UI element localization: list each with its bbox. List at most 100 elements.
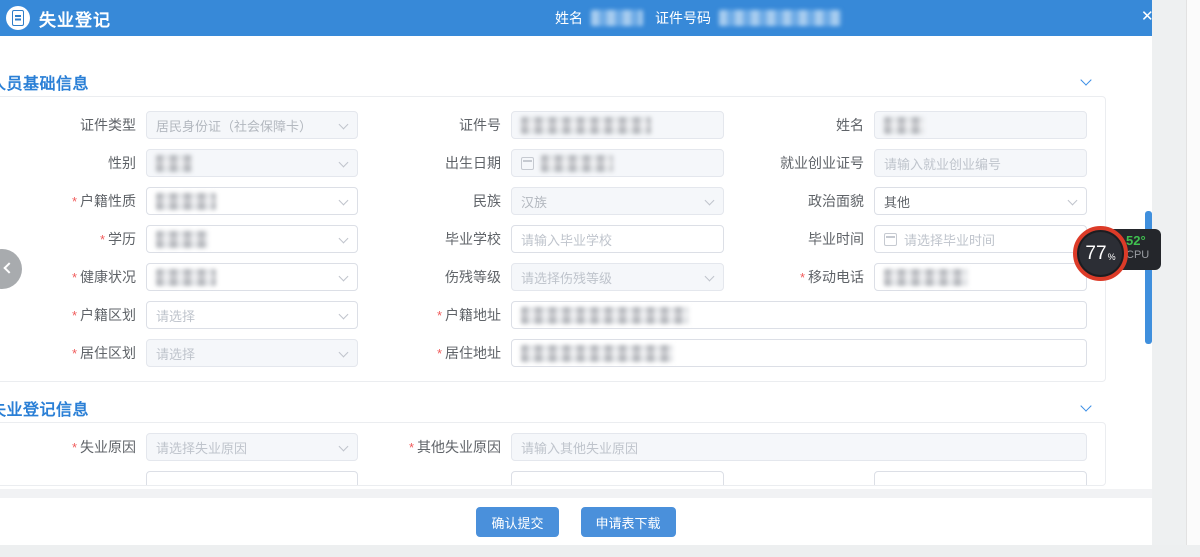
header-id-number-label: 证件号码 (655, 8, 711, 28)
gender-label: 性别 (0, 149, 146, 177)
live-address-label: 居住地址 (371, 339, 511, 368)
disability-placeholder: 请选择伤残等级 (521, 268, 612, 287)
chevron-down-icon (705, 196, 715, 206)
reason-placeholder: 请选择失业原因 (156, 438, 247, 457)
political-value: 其他 (884, 192, 910, 211)
unemployment-info-card: 失业原因 请选择失业原因 其他失业原因 请输入其他失业原因 (0, 422, 1106, 486)
birth-date-input[interactable] (511, 149, 724, 177)
grad-time-label: 毕业时间 (734, 225, 874, 253)
emp-cert-no-input[interactable]: 请输入就业创业编号 (874, 149, 1087, 177)
section-unemployment-title: 失业登记信息 (0, 396, 89, 420)
grad-time-placeholder: 请选择毕业时间 (904, 230, 995, 249)
live-address-input[interactable] (511, 339, 1087, 367)
redacted-gender-value (156, 155, 192, 172)
redacted-health-value (156, 269, 216, 286)
cpu-temperature-value: 52° (1126, 233, 1161, 248)
footer-separator (0, 489, 1152, 498)
confirm-submit-button[interactable]: 确认提交 (476, 507, 558, 537)
hukou-address-label: 户籍地址 (371, 301, 511, 330)
reason-label: 失业原因 (0, 433, 146, 462)
cert-type-select[interactable]: 居民身份证（社会保障卡） (146, 111, 358, 139)
education-label: 学历 (0, 225, 146, 254)
other-reason-label: 其他失业原因 (371, 433, 511, 462)
chevron-down-icon (339, 442, 349, 452)
disability-label: 伤残等级 (371, 263, 511, 291)
cert-type-label: 证件类型 (0, 111, 146, 139)
form-row-cutoff (0, 471, 1105, 486)
chevron-down-icon (339, 348, 349, 358)
school-input[interactable]: 请输入毕业学校 (511, 225, 724, 253)
page-title: 失业登记 (39, 6, 111, 31)
performance-percent-badge[interactable]: 77 % (1073, 226, 1128, 281)
school-placeholder: 请输入毕业学校 (521, 230, 612, 249)
chevron-left-icon (3, 262, 14, 273)
cert-type-value: 居民身份证（社会保障卡） (156, 116, 312, 135)
mobile-label: 移动电话 (734, 263, 874, 292)
chevron-down-icon (339, 234, 349, 244)
form-row: 居住区划 请选择 居住地址 (0, 339, 1105, 367)
live-region-label: 居住区划 (0, 339, 146, 368)
grad-time-input[interactable]: 请选择毕业时间 (874, 225, 1087, 253)
birth-date-label: 出生日期 (371, 149, 511, 177)
gender-select[interactable] (146, 149, 358, 177)
close-icon[interactable]: ✕ (1141, 8, 1152, 26)
redacted-hukou-type-value (156, 193, 216, 210)
chevron-down-icon (339, 272, 349, 282)
chevron-down-icon (339, 196, 349, 206)
hukou-region-placeholder: 请选择 (156, 306, 195, 325)
other-reason-input[interactable]: 请输入其他失业原因 (511, 433, 1087, 461)
percent-value: 77 (1085, 243, 1106, 265)
name-input[interactable] (874, 111, 1087, 139)
cert-no-input[interactable] (511, 111, 724, 139)
hukou-region-label: 户籍区划 (0, 301, 146, 330)
live-region-select[interactable]: 请选择 (146, 339, 358, 367)
redacted-name-value (591, 10, 643, 26)
mobile-input[interactable] (874, 263, 1087, 291)
header-name-label: 姓名 (555, 8, 583, 28)
chevron-down-icon[interactable] (1080, 400, 1091, 411)
name-label: 姓名 (734, 111, 874, 139)
bottom-edge-strip (0, 545, 1200, 557)
redacted-id-number-value (719, 10, 841, 26)
form-row: 户籍性质 民族 汉族 政治面貌 其他 (0, 187, 1105, 215)
redacted-hukou-address-value (521, 307, 689, 324)
chevron-down-icon (705, 272, 715, 282)
redacted-name-value (884, 117, 924, 134)
reason-select[interactable]: 请选择失业原因 (146, 433, 358, 461)
ethnic-select[interactable]: 汉族 (511, 187, 724, 215)
cert-no-label: 证件号 (371, 111, 511, 139)
section-basic-info-title: 人员基础信息 (0, 70, 89, 94)
top-header-bar: 失业登记 姓名 证件号码 ✕ (0, 0, 1152, 36)
adjacent-window-edge (1186, 0, 1200, 557)
cpu-label: CPU (1126, 249, 1161, 261)
cutoff-select[interactable] (146, 471, 358, 486)
redacted-birth-date-value (541, 155, 613, 172)
section-basic-info-header: 人员基础信息 (0, 72, 1152, 92)
ethnic-label: 民族 (371, 187, 511, 215)
form-row: 学历 毕业学校 请输入毕业学校 毕业时间 请选择毕业 (0, 225, 1105, 253)
chevron-down-icon (339, 158, 349, 168)
form-row: 性别 出生日期 就业创业证号 请输入就业创业编号 (0, 149, 1105, 177)
app-window: 失业登记 姓名 证件号码 ✕ 人员基础信息 证件类型 居民身份证（社会保障卡） (0, 0, 1152, 557)
download-application-button[interactable]: 申请表下载 (581, 507, 676, 537)
hukou-address-input[interactable] (511, 301, 1087, 329)
document-logo-icon (6, 6, 30, 30)
emp-cert-no-placeholder: 请输入就业创业编号 (884, 154, 1001, 173)
disability-select[interactable]: 请选择伤残等级 (511, 263, 724, 291)
calendar-icon (884, 233, 897, 246)
hukou-region-select[interactable]: 请选择 (146, 301, 358, 329)
hukou-type-select[interactable] (146, 187, 358, 215)
right-gutter (1152, 0, 1186, 557)
other-reason-placeholder: 请输入其他失业原因 (521, 438, 638, 457)
political-select[interactable]: 其他 (874, 187, 1087, 215)
cutoff-input[interactable] (874, 471, 1087, 486)
cutoff-input[interactable] (511, 471, 724, 486)
chevron-down-icon[interactable] (1080, 74, 1091, 85)
redacted-mobile-value (884, 269, 968, 286)
health-select[interactable] (146, 263, 358, 291)
section-unemployment-header: 失业登记信息 (0, 398, 1152, 418)
calendar-icon (521, 157, 534, 170)
basic-info-card: 证件类型 居民身份证（社会保障卡） 证件号 姓名 (0, 96, 1106, 382)
form-row: 健康状况 伤残等级 请选择伤残等级 移动电话 (0, 263, 1105, 291)
education-select[interactable] (146, 225, 358, 253)
